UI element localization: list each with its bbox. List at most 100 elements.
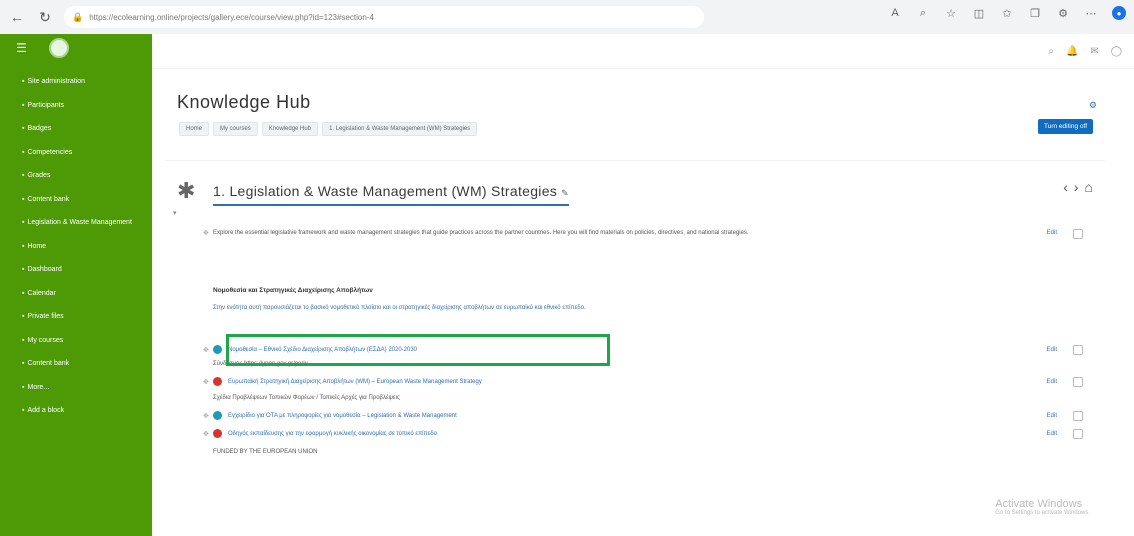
nav-icon: ▪ [22, 148, 25, 156]
extensions-icon[interactable]: ⚙ [1056, 6, 1070, 20]
user-avatar-icon[interactable]: ◯ [1111, 46, 1122, 57]
edit-menu[interactable]: Edit [1047, 431, 1057, 437]
url-text: https://ecolearning.online/projects/gall… [89, 12, 374, 22]
edit-menu[interactable]: Edit [1047, 229, 1057, 238]
lock-icon: 🔒 [72, 11, 84, 22]
breadcrumb-item[interactable]: Home [179, 122, 210, 136]
highlight-box [226, 334, 610, 366]
drag-handle-icon[interactable]: ✥ [203, 378, 209, 386]
edit-menu[interactable]: Edit [1047, 379, 1057, 385]
nav-icon: ▪ [22, 313, 25, 321]
sidebar-item[interactable]: ▪ Site administration [0, 70, 152, 94]
collapse-icon[interactable]: ▾ [173, 209, 177, 217]
sidebar-item[interactable]: ▪ More... [0, 376, 152, 400]
sidebar-item[interactable]: ▪ Private files [0, 305, 152, 329]
drag-handle-icon[interactable]: ✥ [203, 346, 209, 354]
sidebar-item[interactable]: ▪ Content bank [0, 352, 152, 376]
completion-checkbox[interactable] [1073, 344, 1083, 355]
sidebar-item[interactable]: ▪ Add a block [0, 399, 152, 423]
nav-icon: ▪ [22, 195, 25, 203]
completion-checkbox[interactable] [1073, 428, 1083, 439]
section-title[interactable]: 1. Legislation & Waste Management (WM) S… [213, 183, 569, 206]
profile-icon[interactable]: ● [1112, 6, 1126, 20]
sidebar-nav: ▪ Site administration ▪ Participants ▪ Badg… [0, 70, 152, 423]
main-content: Knowledge Hub Home My courses Knowledge … [165, 78, 1115, 528]
collections-icon[interactable]: ❐ [1028, 6, 1042, 20]
home-icon[interactable]: ⌂ [1085, 179, 1093, 195]
address-bar[interactable]: 🔒 https://ecolearning.online/projects/ga… [64, 6, 704, 28]
sidebar-item[interactable]: ▪ Dashboard [0, 258, 152, 282]
sidebar: ☰ ▪ Site administration ▪ Participants ▪ Ba… [0, 34, 152, 536]
breadcrumb-item[interactable]: 1. Legislation & Waste Management (WM) S… [322, 122, 478, 136]
activity-link[interactable]: Εγχειρίδιο για ΟΤΑ με πληροφορίες για νο… [228, 413, 457, 419]
pencil-icon[interactable]: ✎ [561, 188, 569, 198]
breadcrumb: Home My courses Knowledge Hub 1. Legisla… [179, 122, 478, 136]
drag-handle-icon[interactable]: ✥ [203, 430, 209, 438]
split-screen-icon[interactable]: ◫ [972, 6, 986, 20]
notification-icon[interactable]: 🔔 [1066, 46, 1078, 57]
activity-item[interactable]: ✥ Ευρωπαϊκή Στρατηγική Διαχείρισης Αποβλ… [203, 376, 1093, 387]
url-activity-icon [213, 411, 222, 420]
sidebar-item[interactable]: ▪ Competencies [0, 141, 152, 165]
nav-icon: ▪ [22, 172, 25, 180]
section-asterisk-icon: ✱ [177, 178, 196, 203]
section-footer-text: FUNDED BY THE EUROPEAN UNION [213, 449, 318, 455]
sidebar-item[interactable]: ▪ Legislation & Waste Management [0, 211, 152, 235]
reload-icon[interactable]: ↻ [34, 6, 56, 28]
nav-icon: ▪ [22, 336, 25, 344]
completion-checkbox[interactable] [1073, 229, 1083, 239]
menu-icon[interactable]: ⋯ [1084, 6, 1098, 20]
breadcrumb-item[interactable]: My courses [213, 122, 258, 136]
activation-watermark: Activate Windows Go to Settings to activ… [995, 498, 1090, 516]
site-logo[interactable] [48, 38, 69, 58]
translate-icon[interactable]: A [888, 6, 902, 20]
browser-actions: A ⌕ ☆ ◫ ✩ ❐ ⚙ ⋯ ● [888, 6, 1126, 20]
nav-icon: ▪ [22, 289, 25, 297]
page-header: Knowledge Hub Home My courses Knowledge … [165, 78, 1105, 148]
nav-icon: ▪ [22, 266, 25, 274]
sidebar-item[interactable]: ▪ Home [0, 235, 152, 259]
nav-icon: ▪ [22, 219, 25, 227]
prev-section-icon[interactable]: ‹ [1063, 179, 1068, 195]
edit-menu[interactable]: Edit [1047, 347, 1057, 353]
nav-icon: ▪ [22, 360, 25, 368]
drag-handle-icon[interactable]: ✥ [203, 229, 209, 238]
section-navigation: ‹ › ⌂ [1063, 179, 1093, 195]
search-icon[interactable]: ⌕ [1048, 46, 1054, 57]
sidebar-item[interactable]: ▪ Content bank [0, 188, 152, 212]
nav-icon: ▪ [22, 78, 25, 86]
browser-toolbar: ← ↻ 🔒 https://ecolearning.online/project… [0, 0, 1134, 35]
section-intro: ✥ Explore the essential legislative fram… [203, 229, 1093, 239]
next-section-icon[interactable]: › [1074, 179, 1079, 195]
pdf-activity-icon [213, 429, 222, 438]
nav-icon: ▪ [22, 101, 25, 109]
nav-icon: ▪ [22, 242, 25, 250]
sidebar-item[interactable]: ▪ Calendar [0, 282, 152, 306]
activity-item[interactable]: ✥ Εγχειρίδιο για ΟΤΑ με πληροφορίες για … [203, 410, 1093, 421]
zoom-icon[interactable]: ⌕ [916, 6, 930, 20]
drag-handle-icon[interactable]: ✥ [203, 412, 209, 420]
activity-link[interactable]: Ευρωπαϊκή Στρατηγική Διαχείρισης Αποβλήτ… [228, 379, 482, 385]
completion-checkbox[interactable] [1073, 410, 1083, 421]
sidebar-item[interactable]: ▪ Grades [0, 164, 152, 188]
hamburger-icon[interactable]: ☰ [16, 41, 27, 55]
star-icon[interactable]: ☆ [944, 6, 958, 20]
nav-icon: ▪ [22, 125, 25, 133]
message-icon[interactable]: ✉ [1090, 46, 1098, 57]
completion-checkbox[interactable] [1073, 376, 1083, 387]
edit-menu[interactable]: Edit [1047, 413, 1057, 419]
favorites-icon[interactable]: ✩ [1000, 6, 1014, 20]
sidebar-item[interactable]: ▪ My courses [0, 329, 152, 353]
activity-item[interactable]: ✥ Οδηγός εκπαίδευσης για την εφαρμογή κυ… [203, 428, 1093, 439]
sidebar-item[interactable]: ▪ Badges [0, 117, 152, 141]
nav-icon: ▪ [22, 383, 25, 391]
edit-mode-button[interactable]: Turn editing off [1038, 119, 1093, 134]
url-activity-icon [213, 345, 222, 354]
course-menu-icon[interactable]: ⚙ [1089, 100, 1097, 111]
sidebar-item[interactable]: ▪ Participants [0, 94, 152, 118]
activity-link[interactable]: Οδηγός εκπαίδευσης για την εφαρμογή κυκλ… [228, 431, 437, 437]
back-icon[interactable]: ← [6, 6, 28, 28]
page-title: Knowledge Hub [177, 92, 311, 112]
breadcrumb-item[interactable]: Knowledge Hub [261, 122, 319, 136]
pdf-activity-icon [213, 377, 222, 386]
